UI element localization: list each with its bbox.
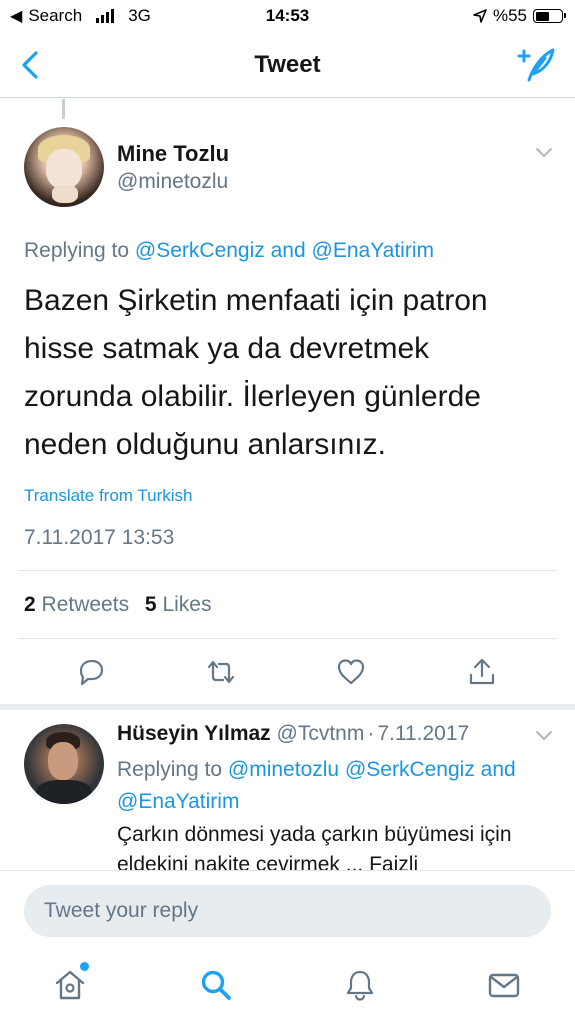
engagement-stats: 2 Retweets 5 Likes	[24, 593, 211, 617]
translate-link[interactable]: Translate from Turkish	[24, 486, 192, 506]
reply-author-handle[interactable]: @Tcvtnm	[277, 722, 365, 745]
avatar-face-shape	[46, 149, 82, 189]
reply-replying-to: Replying to @minetozlu @SerkCengiz and @…	[117, 754, 547, 818]
tab-bar	[0, 954, 575, 1024]
chevron-down-icon[interactable]	[535, 147, 553, 159]
replying-to: Replying to @SerkCengiz and @EnaYatirim	[24, 239, 434, 263]
notifications-icon[interactable]	[343, 968, 377, 1002]
tweet-actions	[0, 656, 575, 692]
author-name[interactable]: Mine Tozlu	[117, 141, 229, 167]
divider	[18, 570, 557, 571]
share-icon[interactable]	[466, 656, 498, 688]
retweet-label: Retweets	[41, 593, 130, 616]
reply-header: Hüseyin Yılmaz @Tcvtnm · 7.11.2017	[117, 722, 469, 746]
retweet-count: 2	[24, 593, 36, 616]
battery-fill	[535, 11, 550, 21]
replying-and: and	[270, 239, 306, 262]
divider	[18, 638, 557, 639]
thread-connector-line	[62, 99, 65, 119]
location-arrow-icon	[473, 9, 487, 23]
like-count: 5	[144, 593, 157, 616]
mention-link[interactable]: @SerkCengiz	[345, 758, 475, 781]
retweet-icon[interactable]	[205, 656, 237, 688]
reply-composer-bar: Tweet your reply	[0, 870, 575, 954]
status-bar: ◀ Search 3G 14:53 %55	[0, 0, 575, 34]
likes-stat[interactable]: 5 Likes	[145, 593, 212, 617]
home-notification-dot	[80, 962, 89, 971]
reply-text: Çarkın dönmesi yada çarkın büyümesi için…	[117, 823, 512, 870]
compose-tweet-icon[interactable]	[515, 46, 557, 84]
messages-icon[interactable]	[487, 968, 521, 1002]
mention-link[interactable]: @EnaYatirim	[117, 790, 239, 813]
avatar-hand-shape	[52, 185, 78, 203]
mention-link[interactable]: @minetozlu	[228, 758, 339, 781]
tweet-text: Bazen Şirketin menfaati için patron hiss…	[24, 284, 488, 461]
avatar-face-shape	[48, 742, 78, 780]
reply-author-name[interactable]: Hüseyin Yılmaz	[117, 722, 271, 745]
chevron-down-icon[interactable]	[535, 730, 553, 742]
avatar[interactable]	[24, 127, 104, 207]
battery-percent: %55	[492, 6, 527, 25]
reply-date: 7.11.2017	[377, 722, 470, 745]
avatar-body-shape	[36, 780, 92, 804]
tweet-timestamp: 7.11.2017 13:53	[24, 526, 175, 549]
battery-icon	[533, 9, 566, 23]
reply-separator: ·	[367, 722, 375, 745]
page-title: Tweet	[254, 51, 321, 78]
reply-tweet[interactable]: Hüseyin Yılmaz @Tcvtnm · 7.11.2017 Replyin…	[0, 710, 575, 870]
author-handle[interactable]: @minetozlu	[117, 170, 228, 194]
replying-prefix: Replying to	[24, 239, 130, 262]
like-icon[interactable]	[335, 656, 367, 688]
mention-link[interactable]: @SerkCengiz	[135, 239, 265, 262]
nav-bar: Tweet	[0, 34, 575, 98]
home-icon[interactable]	[53, 968, 87, 1002]
reply-input[interactable]: Tweet your reply	[24, 885, 551, 937]
reply-icon[interactable]	[75, 656, 107, 688]
replying-prefix: Replying to	[117, 758, 223, 781]
like-label: Likes	[162, 593, 212, 616]
retweets-stat[interactable]: 2 Retweets	[24, 593, 129, 617]
search-icon[interactable]	[199, 968, 233, 1002]
mention-link[interactable]: @EnaYatirim	[312, 239, 434, 262]
replying-and: and	[480, 758, 516, 781]
status-bar-right: %55	[473, 6, 566, 26]
avatar[interactable]	[24, 724, 104, 804]
